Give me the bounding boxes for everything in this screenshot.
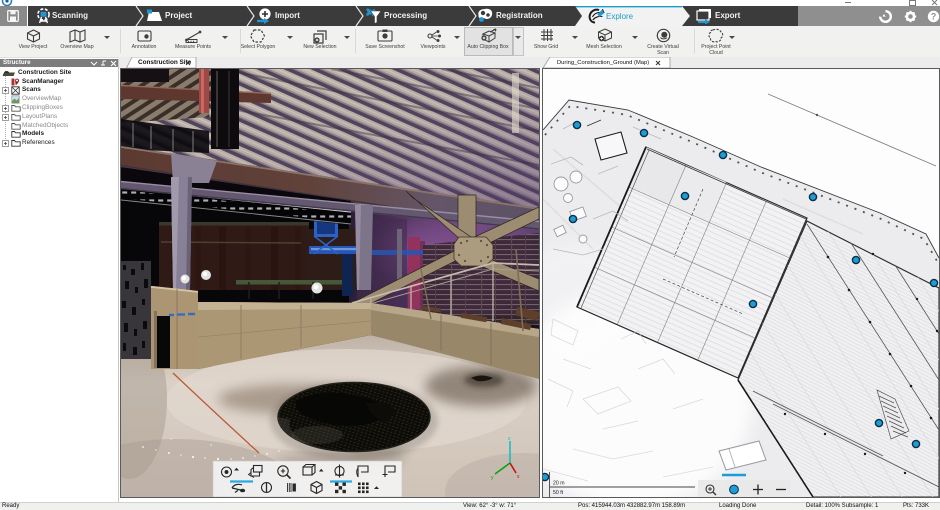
svg-text:20 m: 20 m bbox=[553, 481, 565, 487]
svg-text:50 ft: 50 ft bbox=[553, 490, 564, 496]
svg-text:?: ? bbox=[931, 12, 937, 22]
